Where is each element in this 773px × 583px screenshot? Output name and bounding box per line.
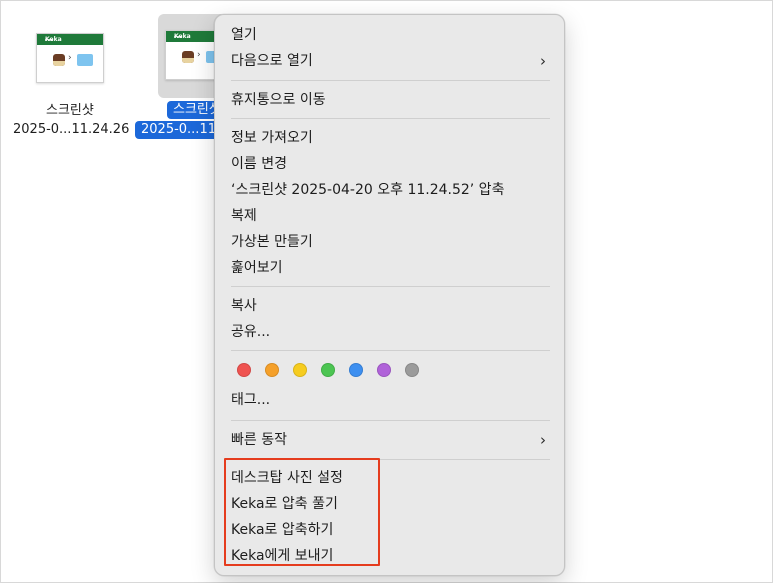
tag-orange-dot[interactable] [265, 363, 279, 377]
menu-item-compress[interactable]: ‘스크린샷 2025-04-20 오후 11.24.52’ 압축 [231, 178, 550, 202]
menu-item-quick-actions[interactable]: 빠른 동작 › [231, 428, 550, 452]
menu-item-keka-compress[interactable]: Keka로 압축하기 [231, 518, 550, 542]
chevron-right-icon: › [540, 52, 546, 70]
tag-blue-dot[interactable] [349, 363, 363, 377]
menu-item-quick-look[interactable]: 훑어보기 [231, 256, 550, 280]
file-name-line2-selected[interactable]: 2025-0...11 [135, 121, 222, 139]
chevron-right-icon: › [540, 431, 546, 449]
menu-item-move-to-trash[interactable]: 휴지통으로 이동 [231, 88, 550, 112]
menu-item-duplicate[interactable]: 복제 [231, 204, 550, 228]
folder-icon [77, 54, 93, 66]
menu-item-rename[interactable]: 이름 변경 [231, 152, 550, 176]
tag-yellow-dot[interactable] [293, 363, 307, 377]
tag-purple-dot[interactable] [377, 363, 391, 377]
menu-item-open-with[interactable]: 다음으로 열기 › [231, 49, 550, 73]
menu-separator [231, 80, 550, 81]
menu-item-set-desktop-picture[interactable]: 데스크탑 사진 설정 [231, 466, 550, 490]
menu-item-tags[interactable]: 태그... [231, 388, 550, 412]
menu-item-open[interactable]: 열기 [231, 23, 550, 47]
tag-red-dot[interactable] [237, 363, 251, 377]
menu-item-keka-send[interactable]: Keka에게 보내기 [231, 544, 550, 568]
menu-item-keka-extract[interactable]: Keka로 압축 풀기 [231, 492, 550, 516]
keka-app-icon [182, 51, 194, 63]
tag-gray-dot[interactable] [405, 363, 419, 377]
tag-green-dot[interactable] [321, 363, 335, 377]
keka-app-icon [53, 54, 65, 66]
menu-item-make-alias[interactable]: 가상본 만들기 [231, 230, 550, 254]
file-name-line1[interactable]: 스크린샷 [46, 102, 94, 120]
menu-separator [231, 459, 550, 460]
menu-item-get-info[interactable]: 정보 가져오기 [231, 126, 550, 150]
menu-separator [231, 420, 550, 421]
menu-item-share[interactable]: 공유... [231, 320, 550, 344]
file-name-line2[interactable]: 2025-0...11.24.26 [13, 121, 129, 139]
context-menu: 열기 다음으로 열기 › 휴지통으로 이동 정보 가져오기 이름 변경 ‘스크린… [214, 14, 565, 576]
menu-item-copy[interactable]: 복사 [231, 294, 550, 318]
file-thumbnail[interactable]: Keka › [36, 33, 104, 83]
menu-separator [231, 350, 550, 351]
menu-separator [231, 118, 550, 119]
menu-separator [231, 286, 550, 287]
